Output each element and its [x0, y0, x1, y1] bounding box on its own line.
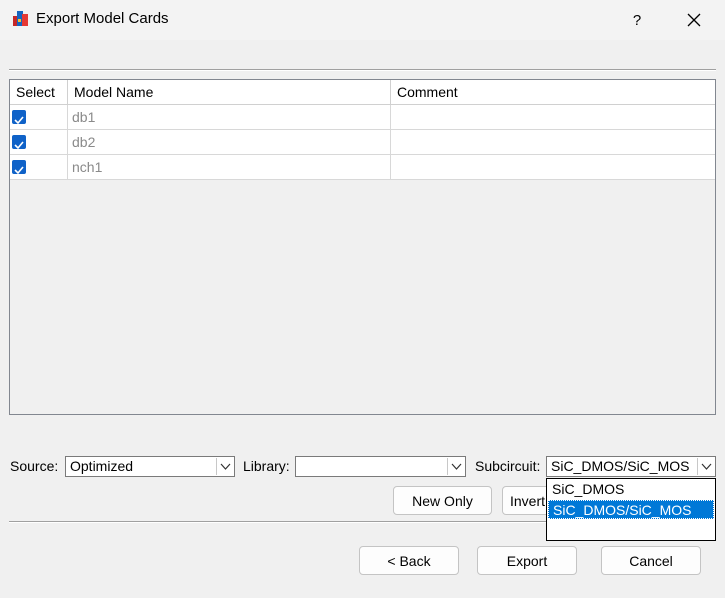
chevron-down-icon[interactable]: [697, 458, 714, 475]
checkmark-icon: [14, 141, 24, 150]
back-button[interactable]: < Back: [359, 546, 459, 575]
column-header-select[interactable]: Select: [10, 80, 68, 105]
comment-cell[interactable]: [391, 155, 715, 180]
help-button[interactable]: ?: [618, 0, 656, 40]
row-checkbox[interactable]: [12, 160, 26, 175]
source-value: Optimized: [70, 458, 134, 474]
table-row[interactable]: nch1: [10, 155, 715, 180]
subcircuit-option-selected[interactable]: SiC_DMOS/SiC_MOS: [548, 500, 714, 519]
row-checkbox[interactable]: [12, 135, 26, 150]
close-icon: [687, 13, 701, 27]
source-select[interactable]: Optimized: [65, 456, 235, 477]
chevron-down-icon[interactable]: [447, 458, 464, 475]
subcircuit-label: Subcircuit:: [475, 458, 541, 474]
select-cell[interactable]: [10, 155, 68, 180]
subcircuit-select[interactable]: SiC_DMOS/SiC_MOS: [546, 456, 716, 477]
column-header-comment[interactable]: Comment: [391, 80, 715, 105]
library-label: Library:: [243, 458, 290, 474]
app-icon: [13, 11, 28, 26]
model-table[interactable]: Select Model Name Comment db1 db2 nch1: [9, 79, 716, 415]
top-divider: [9, 69, 716, 71]
checkmark-icon: [14, 166, 24, 175]
checkmark-icon: [14, 116, 24, 125]
table-header: Select Model Name Comment: [10, 80, 715, 105]
close-button[interactable]: [671, 0, 717, 40]
window-title: Export Model Cards: [36, 10, 169, 27]
comment-cell[interactable]: [391, 105, 715, 130]
table-row[interactable]: db2: [10, 130, 715, 155]
export-button[interactable]: Export: [477, 546, 577, 575]
help-icon: ?: [632, 11, 642, 29]
model-name-cell[interactable]: db1: [68, 105, 391, 130]
source-label: Source:: [10, 458, 59, 474]
select-cell[interactable]: [10, 105, 68, 130]
table-row[interactable]: db1: [10, 105, 715, 130]
model-name-cell[interactable]: db2: [68, 130, 391, 155]
subcircuit-option[interactable]: SiC_DMOS: [548, 480, 714, 499]
column-header-model-name[interactable]: Model Name: [68, 80, 391, 105]
select-cell[interactable]: [10, 130, 68, 155]
subcircuit-dropdown-list[interactable]: SiC_DMOS SiC_DMOS/SiC_MOS: [546, 478, 716, 541]
cancel-button[interactable]: Cancel: [601, 546, 701, 575]
chevron-down-icon[interactable]: [216, 458, 233, 475]
library-select[interactable]: [295, 456, 466, 477]
row-checkbox[interactable]: [12, 110, 26, 125]
new-only-button[interactable]: New Only: [393, 486, 492, 515]
subcircuit-value: SiC_DMOS/SiC_MOS: [551, 458, 690, 474]
comment-cell[interactable]: [391, 130, 715, 155]
model-name-cell[interactable]: nch1: [68, 155, 391, 180]
title-bar: Export Model Cards ?: [0, 0, 725, 40]
